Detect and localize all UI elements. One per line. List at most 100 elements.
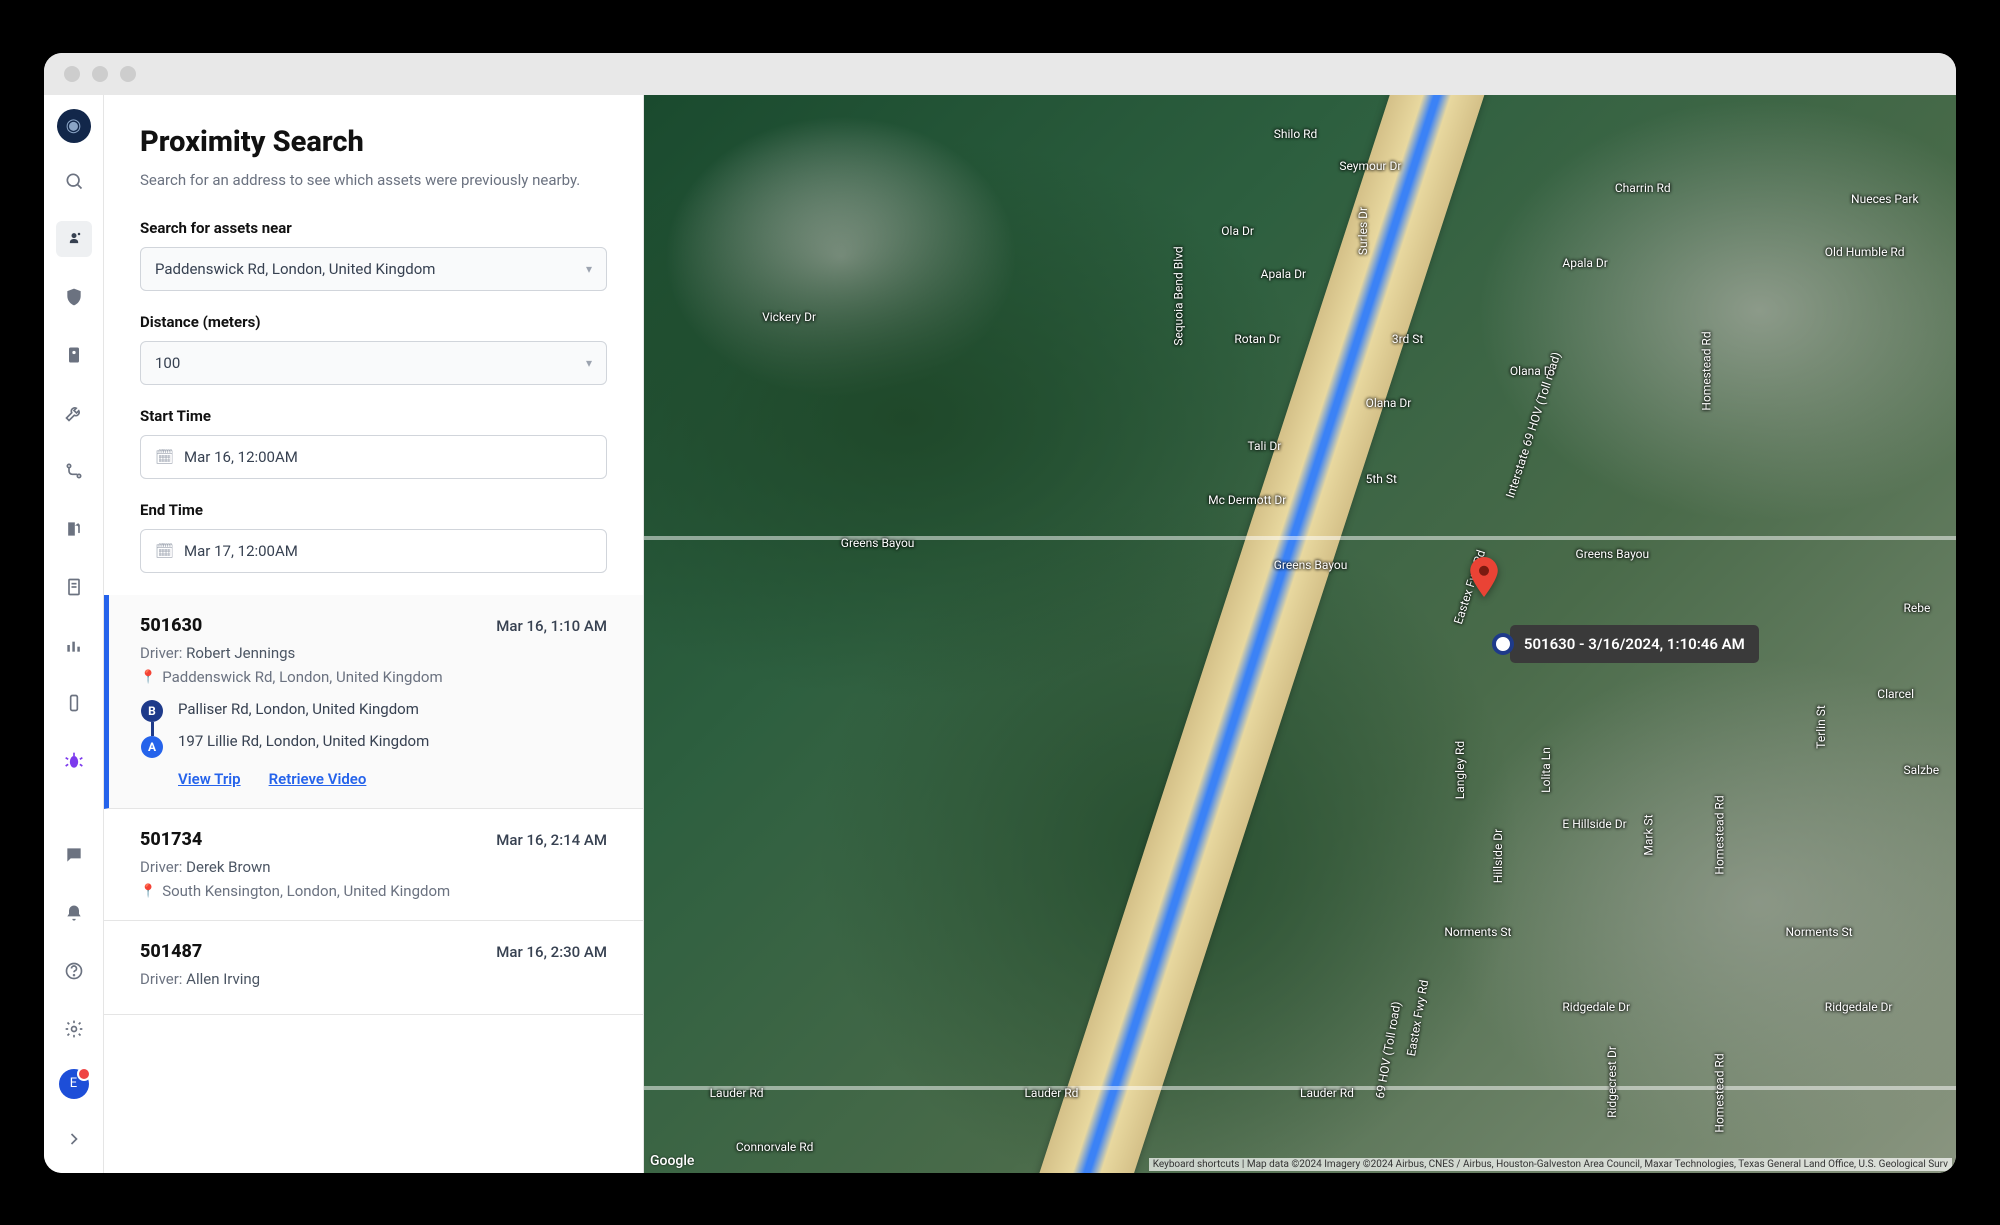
page-subtitle: Search for an address to see which asset… bbox=[140, 169, 607, 192]
end-time-input[interactable]: 🗓 Mar 17, 12:00AM bbox=[140, 529, 607, 573]
asset-time: Mar 16, 2:30 AM bbox=[496, 943, 607, 961]
map-road-label: Mark St bbox=[1642, 814, 1656, 855]
address-select[interactable]: Paddenswick Rd, London, United Kingdom ▾ bbox=[140, 247, 607, 291]
calendar-icon: 🗓 bbox=[155, 448, 174, 466]
chevron-down-icon: ▾ bbox=[586, 356, 592, 370]
document-icon[interactable] bbox=[56, 569, 92, 605]
driver-line: Driver: Derek Brown bbox=[140, 858, 607, 876]
road-line bbox=[644, 536, 1956, 540]
map-road-label: Old Humble Rd bbox=[1825, 245, 1905, 259]
expand-icon[interactable] bbox=[56, 1121, 92, 1157]
map-view[interactable]: Shilo RdSeymour DrCharrin RdNueces ParkO… bbox=[644, 95, 1956, 1173]
map-road-label: Homestead Rd bbox=[1713, 795, 1727, 874]
traffic-maximize[interactable] bbox=[120, 66, 136, 82]
search-panel: Proximity Search Search for an address t… bbox=[104, 95, 644, 1173]
pin-icon: 📍 bbox=[140, 884, 156, 899]
map-road-label: 69 HOV (Toll road) bbox=[1373, 1000, 1404, 1099]
map-road-label: Connorvale Rd bbox=[736, 1140, 814, 1154]
route-icon[interactable] bbox=[56, 453, 92, 489]
wrench-icon[interactable] bbox=[56, 395, 92, 431]
search-icon[interactable] bbox=[56, 163, 92, 199]
start-time-input[interactable]: 🗓 Mar 16, 12:00AM bbox=[140, 435, 607, 479]
route-pin-b: B bbox=[141, 700, 163, 722]
chevron-down-icon: ▾ bbox=[586, 262, 592, 276]
map-road-label: Lolita Ln bbox=[1539, 747, 1553, 793]
proximity-icon[interactable] bbox=[56, 221, 92, 257]
route-b-text: Palliser Rd, London, United Kingdom bbox=[178, 700, 429, 718]
map-road-label: Ridgedale Dr bbox=[1825, 1000, 1893, 1014]
traffic-minimize[interactable] bbox=[92, 66, 108, 82]
map-road-label: Shilo Rd bbox=[1274, 127, 1318, 141]
map-road-label: Vickery Dr bbox=[762, 310, 816, 324]
map-road-label: Homestead Rd bbox=[1713, 1054, 1727, 1133]
asset-time: Mar 16, 1:10 AM bbox=[496, 617, 607, 635]
shield-icon[interactable] bbox=[56, 279, 92, 315]
map-road-label: Norments St bbox=[1444, 925, 1511, 939]
distance-label: Distance (meters) bbox=[140, 313, 607, 331]
help-icon[interactable] bbox=[56, 953, 92, 989]
map-road-label: Clarcel bbox=[1877, 687, 1914, 701]
result-card[interactable]: 501487 Mar 16, 2:30 AM Driver: Allen Irv… bbox=[104, 921, 643, 1015]
badge-icon[interactable] bbox=[56, 337, 92, 373]
results-list: 501630 Mar 16, 1:10 AM Driver: Robert Je… bbox=[104, 595, 643, 1015]
page-title: Proximity Search bbox=[140, 125, 607, 159]
map-road-label: Olana Dr bbox=[1510, 364, 1556, 378]
chart-icon[interactable] bbox=[56, 627, 92, 663]
route-summary: B A Palliser Rd, London, United Kingdom … bbox=[140, 700, 607, 758]
start-time-value: Mar 16, 12:00AM bbox=[184, 448, 298, 466]
map-road-label: Interstate 69 HOV (Toll road) bbox=[1503, 350, 1563, 499]
app-body: ◉ E bbox=[44, 95, 1956, 1173]
map-attribution: Keyboard shortcuts | Map data ©2024 Imag… bbox=[1149, 1158, 1952, 1171]
device-icon[interactable] bbox=[56, 685, 92, 721]
map-road-label: Greens Bayou bbox=[1576, 547, 1650, 561]
map-road-label: Salzbe bbox=[1904, 763, 1940, 777]
route-pin-a: A bbox=[141, 736, 163, 758]
end-time-value: Mar 17, 12:00AM bbox=[184, 542, 298, 560]
bell-icon[interactable] bbox=[56, 895, 92, 931]
bug-icon[interactable] bbox=[56, 743, 92, 779]
end-time-label: End Time bbox=[140, 501, 607, 519]
distance-value: 100 bbox=[155, 354, 180, 372]
app-window: ◉ E bbox=[44, 53, 1956, 1173]
map-marker[interactable] bbox=[1469, 557, 1499, 601]
map-road-label: Hillside Dr bbox=[1491, 829, 1505, 883]
map-road-label: Rebe bbox=[1904, 601, 1931, 615]
tooltip-dot-icon bbox=[1492, 633, 1514, 655]
app-logo[interactable]: ◉ bbox=[57, 109, 91, 143]
route-a-text: 197 Lillie Rd, London, United Kingdom bbox=[178, 732, 429, 750]
location-line: 📍 South Kensington, London, United Kingd… bbox=[140, 882, 607, 900]
map-road-label: 5th St bbox=[1366, 472, 1397, 486]
fuel-icon[interactable] bbox=[56, 511, 92, 547]
address-value: Paddenswick Rd, London, United Kingdom bbox=[155, 260, 435, 278]
distance-select[interactable]: 100 ▾ bbox=[140, 341, 607, 385]
start-time-label: Start Time bbox=[140, 407, 607, 425]
result-card[interactable]: 501630 Mar 16, 1:10 AM Driver: Robert Je… bbox=[104, 595, 643, 809]
chat-icon[interactable] bbox=[56, 837, 92, 873]
retrieve-video-link[interactable]: Retrieve Video bbox=[269, 770, 367, 788]
result-card[interactable]: 501734 Mar 16, 2:14 AM Driver: Derek Bro… bbox=[104, 809, 643, 921]
map-road-label: Apala Dr bbox=[1261, 267, 1306, 281]
map-road-label: Rotan Dr bbox=[1234, 332, 1280, 346]
map-road-label: Ridgecrest Dr bbox=[1604, 1047, 1618, 1119]
pin-icon: 📍 bbox=[140, 670, 156, 685]
view-trip-link[interactable]: View Trip bbox=[178, 770, 241, 788]
calendar-icon: 🗓 bbox=[155, 542, 174, 560]
gear-icon[interactable] bbox=[56, 1011, 92, 1047]
user-avatar[interactable]: E bbox=[59, 1069, 89, 1099]
map-road-label: Nueces Park bbox=[1851, 192, 1919, 206]
driver-line: Driver: Robert Jennings bbox=[140, 644, 607, 662]
map-road-label: Ola Dr bbox=[1221, 224, 1254, 238]
asset-id: 501630 bbox=[140, 615, 202, 636]
map-road-label: Sequoia Bend Blvd bbox=[1172, 246, 1186, 345]
map-road-label: Charrin Rd bbox=[1615, 181, 1671, 195]
window-titlebar bbox=[44, 53, 1956, 95]
map-tooltip: 501630 - 3/16/2024, 1:10:46 AM bbox=[1510, 625, 1759, 663]
road-line bbox=[644, 1086, 1956, 1090]
traffic-close[interactable] bbox=[64, 66, 80, 82]
map-road-label: Norments St bbox=[1785, 925, 1852, 939]
map-road-label: Homestead Rd bbox=[1700, 331, 1714, 410]
address-label: Search for assets near bbox=[140, 219, 607, 237]
map-road-label: Apala Dr bbox=[1562, 256, 1607, 270]
map-road-label: Terlin St bbox=[1813, 705, 1827, 749]
map-road-label: Ridgedale Dr bbox=[1562, 1000, 1630, 1014]
